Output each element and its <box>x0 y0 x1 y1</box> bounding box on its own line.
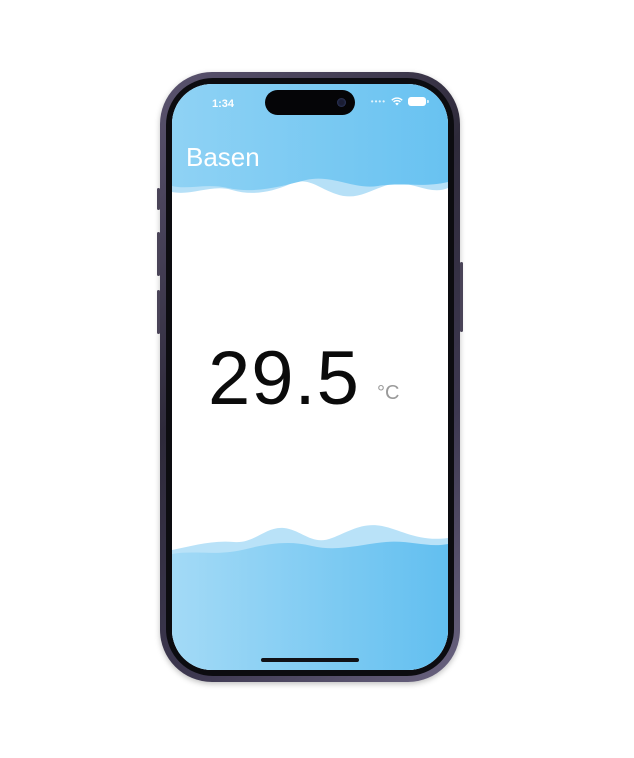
home-indicator[interactable] <box>261 658 359 662</box>
status-icons: •••• <box>370 97 429 106</box>
front-camera-icon <box>337 98 346 107</box>
temperature-unit: °C <box>377 382 400 404</box>
app-stage: 1:34 •••• Basen 29.5 °C <box>0 0 634 758</box>
status-time: 1:34 <box>212 98 235 110</box>
battery-icon <box>408 97 429 106</box>
footer-wave <box>172 525 448 670</box>
dynamic-island <box>265 90 355 115</box>
temperature-reading: 29.5 °C <box>172 334 448 424</box>
phone-screen: 1:34 •••• Basen 29.5 °C <box>172 84 448 670</box>
page-title: Basen <box>186 142 260 172</box>
volume-up-button <box>157 232 160 276</box>
temperature-value: 29.5 <box>208 336 360 421</box>
power-button <box>460 262 463 332</box>
status-bar: 1:34 •••• <box>172 84 448 120</box>
volume-down-button <box>157 290 160 334</box>
signal-dots-icon: •••• <box>370 97 386 106</box>
wifi-icon <box>391 97 403 106</box>
action-button <box>157 188 160 210</box>
